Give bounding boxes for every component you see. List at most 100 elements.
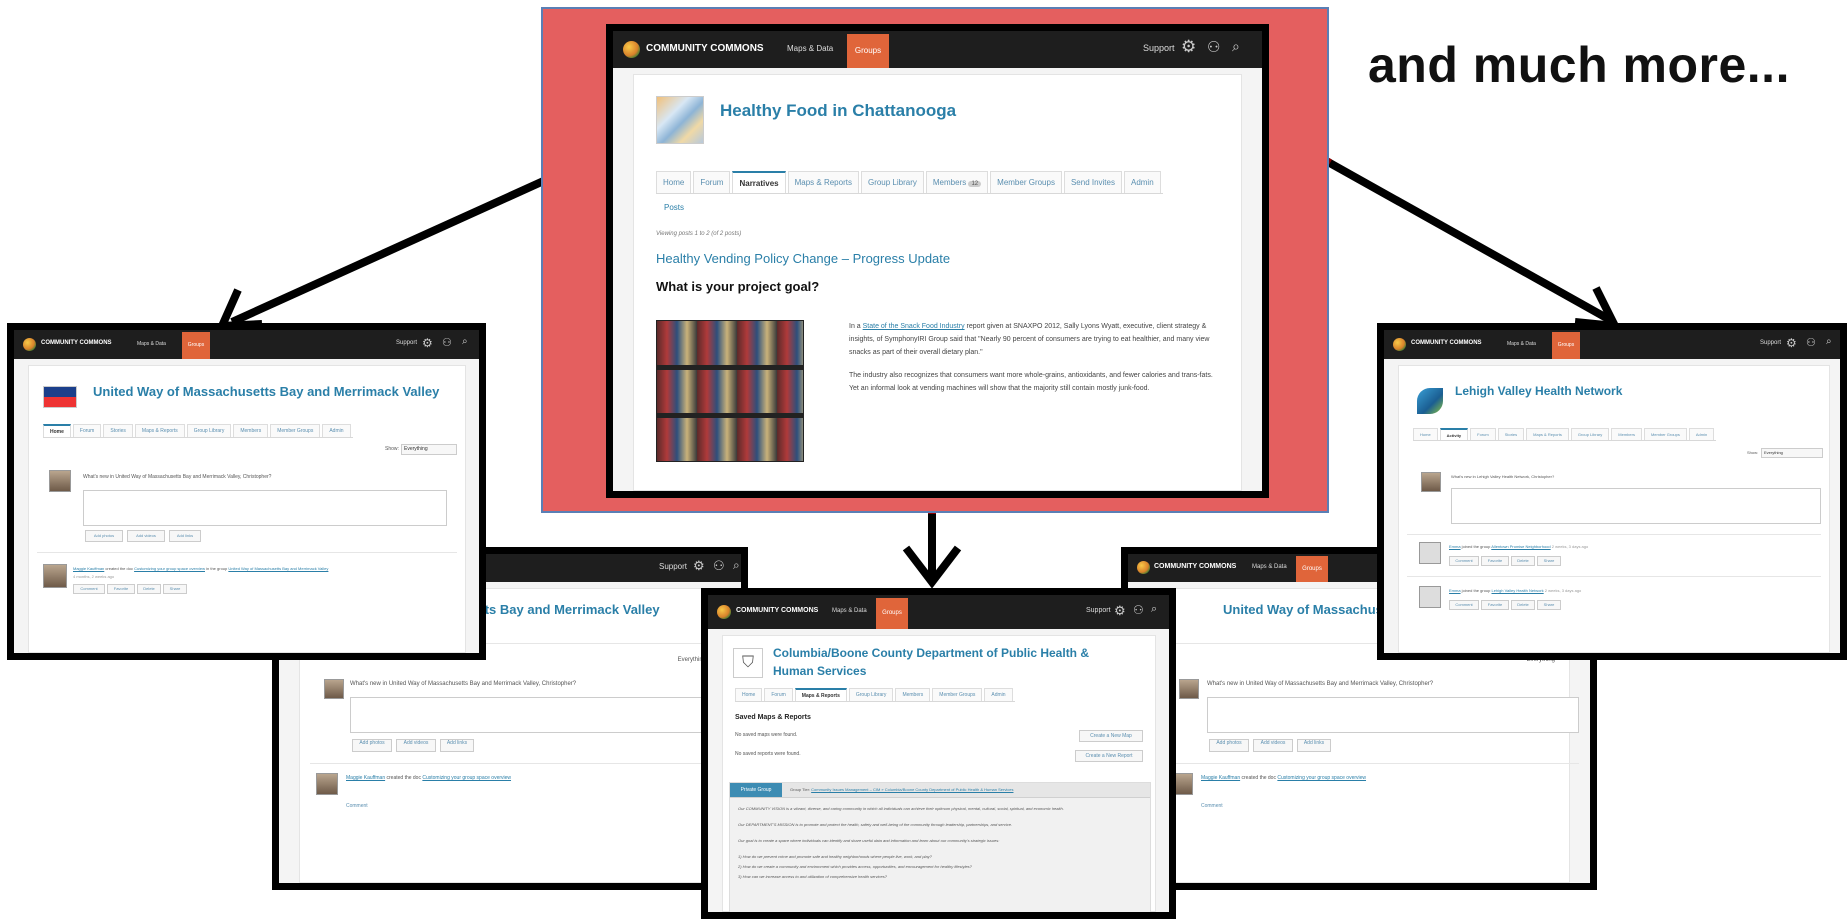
tab-admin[interactable]: Admin [1123, 171, 1161, 193]
tab-members[interactable]: Members [233, 424, 269, 437]
add-videos-button[interactable]: Add videos [396, 739, 436, 752]
tab-members[interactable]: Members [895, 688, 931, 701]
whats-new-input[interactable] [83, 490, 447, 526]
tab-member-groups[interactable]: Member Groups [932, 688, 983, 701]
create-report-button[interactable]: Create a New Report [1075, 750, 1143, 762]
create-map-button[interactable]: Create a New Map [1079, 730, 1143, 742]
nav-maps-data[interactable]: Maps & Data [1252, 564, 1287, 570]
tab-maps-reports[interactable]: Maps & Reports [794, 688, 847, 701]
nav-groups[interactable]: Groups [1552, 332, 1580, 359]
nav-maps-data[interactable]: Maps & Data [137, 341, 166, 347]
search-icon[interactable]: ⌕ [733, 558, 740, 573]
whats-new-input[interactable] [1207, 697, 1579, 733]
activity-doc-link[interactable]: Customizing your group space overview [422, 775, 511, 781]
nav-groups[interactable]: Groups [847, 34, 889, 68]
tab-forum[interactable]: Forum [764, 688, 793, 701]
user-icon[interactable]: ⚇ [713, 558, 725, 574]
tab-stories[interactable]: Stories [103, 424, 133, 437]
nav-groups[interactable]: Groups [1296, 556, 1328, 582]
activity-actions[interactable]: Comment [1201, 803, 1223, 809]
search-icon[interactable]: ⌕ [1232, 38, 1240, 55]
support-link[interactable]: Support [1760, 340, 1781, 346]
search-icon[interactable]: ⌕ [1826, 336, 1832, 347]
delete-button[interactable]: Delete [1511, 600, 1535, 610]
activity-actions[interactable]: Comment [346, 803, 368, 809]
tab-member-groups[interactable]: Member Groups [990, 171, 1062, 193]
tab-members[interactable]: Members [1611, 428, 1642, 440]
comment-button[interactable]: Comment [1449, 600, 1479, 610]
tab-maps-reports[interactable]: Maps & Reports [1526, 428, 1569, 440]
tab-home[interactable]: Home [43, 424, 71, 437]
show-filter-select[interactable]: Everything [1761, 448, 1823, 458]
search-icon[interactable]: ⌕ [462, 336, 468, 347]
tab-member-groups[interactable]: Member Groups [1643, 428, 1687, 440]
user-icon[interactable]: ⚇ [1806, 336, 1816, 349]
add-photos-button[interactable]: Add photos [1209, 739, 1249, 752]
tab-group-library[interactable]: Group Library [186, 424, 232, 437]
nav-maps-data[interactable]: Maps & Data [832, 608, 867, 614]
nav-groups[interactable]: Groups [182, 332, 210, 359]
post-title-link[interactable]: Healthy Vending Policy Change – Progress… [656, 251, 950, 266]
add-links-button[interactable]: Add links [169, 530, 201, 542]
user-icon[interactable]: ⚇ [442, 336, 452, 349]
activity-doc-link[interactable]: Customizing your group space overview [134, 566, 205, 571]
show-filter-select[interactable]: Everything [401, 444, 457, 455]
add-videos-button[interactable]: Add videos [1253, 739, 1293, 752]
tab-admin[interactable]: Admin [1688, 428, 1715, 440]
subtab-posts[interactable]: Posts [664, 203, 684, 212]
tab-group-library[interactable]: Group Library [860, 171, 924, 193]
activity-user-link[interactable]: Maggie Kauffman [1201, 775, 1240, 781]
add-links-button[interactable]: Add links [440, 739, 474, 752]
comment-button[interactable]: Comment [73, 584, 105, 594]
user-icon[interactable]: ⚇ [1133, 603, 1144, 617]
tab-admin[interactable]: Admin [984, 688, 1013, 701]
tab-forum[interactable]: Forum [1470, 428, 1496, 440]
nav-maps-data[interactable]: Maps & Data [787, 44, 833, 53]
tab-maps-reports[interactable]: Maps & Reports [787, 171, 859, 193]
activity-1-group[interactable]: Allentown Promise Neighborhood [1491, 544, 1550, 549]
nav-groups[interactable]: Groups [876, 598, 908, 629]
favorite-button[interactable]: Favorite [1481, 600, 1509, 610]
share-button[interactable]: Share [1537, 600, 1561, 610]
share-button[interactable]: Share [163, 584, 187, 594]
support-link[interactable]: Support [1143, 43, 1175, 53]
settings-icon[interactable]: ⚙ [1114, 603, 1126, 619]
tab-home[interactable]: Home [735, 688, 763, 701]
activity-doc-link[interactable]: Customizing your group space overview [1277, 775, 1366, 781]
add-links-button[interactable]: Add links [1297, 739, 1331, 752]
tab-activity[interactable]: Activity [1439, 428, 1469, 440]
activity-user-link[interactable]: Maggie Kauffman [73, 566, 104, 571]
tab-admin[interactable]: Admin [322, 424, 351, 437]
settings-icon[interactable]: ⚙ [1786, 336, 1797, 350]
add-photos-button[interactable]: Add photos [85, 530, 123, 542]
favorite-button[interactable]: Favorite [107, 584, 135, 594]
tab-home[interactable]: Home [656, 171, 692, 193]
settings-icon[interactable]: ⚙ [422, 336, 433, 350]
tab-forum[interactable]: Forum [693, 171, 731, 193]
favorite-button[interactable]: Favorite [1481, 556, 1509, 566]
tab-member-groups[interactable]: Member Groups [270, 424, 321, 437]
activity-2-group[interactable]: Lehigh Valley Health Network [1491, 588, 1543, 593]
activity-user-link[interactable]: Maggie Kauffman [346, 775, 385, 781]
comment-button[interactable]: Comment [1449, 556, 1479, 566]
add-photos-button[interactable]: Add photos [352, 739, 392, 752]
tab-group-library[interactable]: Group Library [848, 688, 894, 701]
settings-icon[interactable]: ⚙ [1181, 37, 1196, 57]
group-tier-link[interactable]: Community Issues Management – CIM » Colu… [811, 787, 1013, 792]
tab-narratives[interactable]: Narratives [732, 171, 786, 193]
private-group-tab[interactable]: Private Group [730, 783, 782, 797]
activity-1-user[interactable]: Emma [1449, 544, 1461, 549]
activity-group-link[interactable]: United Way of Massachusetts Bay and Merr… [228, 566, 328, 571]
support-link[interactable]: Support [659, 562, 687, 571]
tab-send-invites[interactable]: Send Invites [1063, 171, 1122, 193]
tab-stories[interactable]: Stories [1497, 428, 1525, 440]
tab-group-library[interactable]: Group Library [1570, 428, 1610, 440]
search-icon[interactable]: ⌕ [1151, 603, 1157, 616]
user-icon[interactable]: ⚇ [1207, 38, 1220, 56]
tab-home[interactable]: Home [1413, 428, 1438, 440]
whats-new-input[interactable] [350, 697, 722, 733]
snack-report-link[interactable]: State of the Snack Food Industry [863, 323, 965, 330]
support-link[interactable]: Support [1086, 607, 1111, 614]
whats-new-input[interactable] [1451, 488, 1821, 524]
support-link[interactable]: Support [396, 340, 417, 346]
